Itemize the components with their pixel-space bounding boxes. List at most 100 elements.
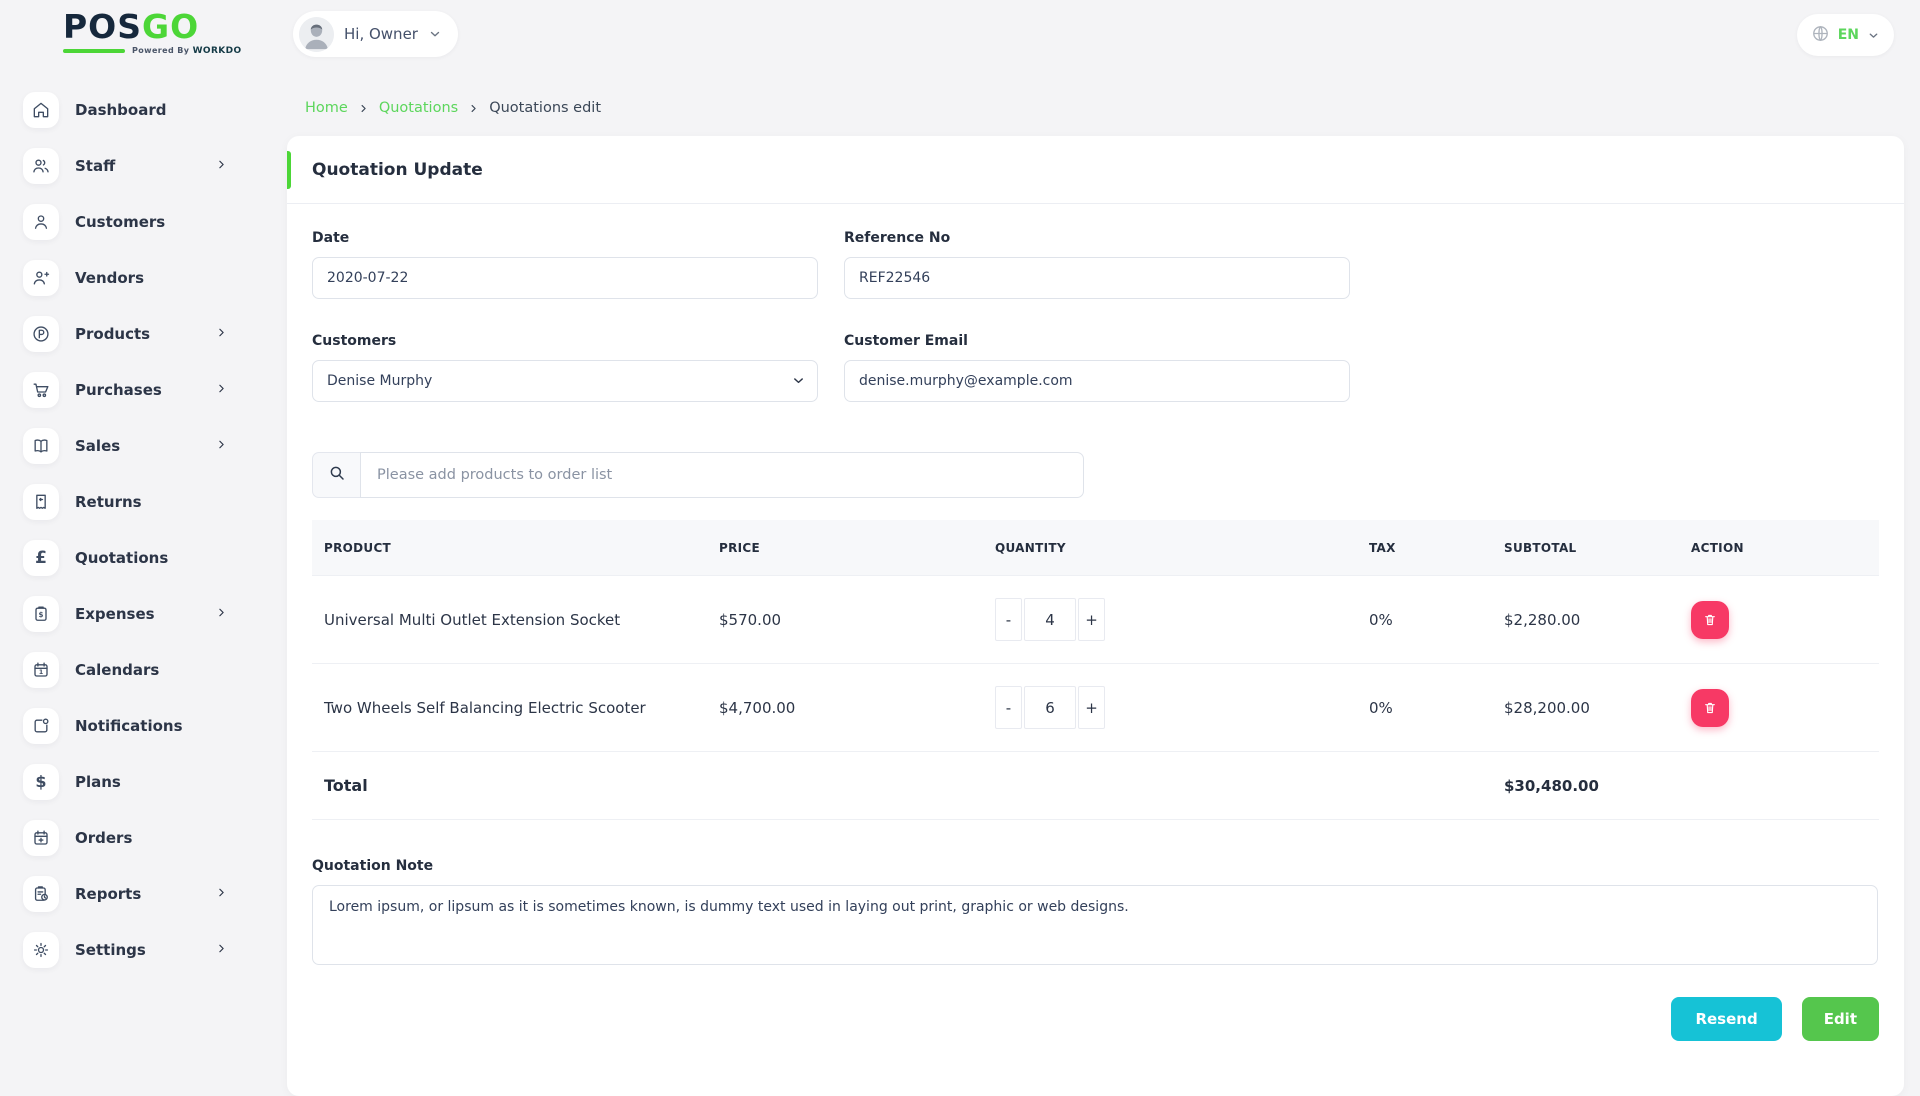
action-cell <box>1679 601 1879 639</box>
sidebar-item-label: Customers <box>75 213 165 231</box>
quantity-stepper: -4+ <box>995 598 1357 641</box>
date-label: Date <box>312 230 818 246</box>
product-price: $570.00 <box>707 611 983 629</box>
clipboard-dollar-icon: $ <box>23 596 59 632</box>
brand-logo[interactable]: POSGO Powered By WORKDO <box>63 10 242 56</box>
sidebar-item-sales[interactable]: Sales <box>0 418 270 474</box>
main-content: Home Quotations Quotations edit Quotation … <box>270 70 1920 1096</box>
calendar-icon: 1 <box>23 652 59 688</box>
sidebar-item-vendors[interactable]: Vendors <box>0 250 270 306</box>
trash-icon <box>1702 612 1718 628</box>
sidebar-item-label: Products <box>75 325 150 343</box>
brand-pos: POS <box>63 7 142 46</box>
action-buttons: Resend Edit <box>312 997 1879 1041</box>
sidebar-item-plans[interactable]: $Plans <box>0 754 270 810</box>
page-title: Quotation Update <box>312 160 483 180</box>
quantity-decrease-button[interactable]: - <box>995 686 1022 729</box>
sidebar-item-label: Sales <box>75 437 120 455</box>
sidebar-item-label: Staff <box>75 157 115 175</box>
date-input[interactable] <box>312 257 818 299</box>
sidebar-item-calendars[interactable]: 1Calendars <box>0 642 270 698</box>
sidebar-item-settings[interactable]: Settings <box>0 922 270 978</box>
trash-icon <box>1702 700 1718 716</box>
delete-row-button[interactable] <box>1691 689 1729 727</box>
sidebar-item-label: Returns <box>75 493 142 511</box>
sidebar-item-label: Plans <box>75 773 121 791</box>
product-name: Universal Multi Outlet Extension Socket <box>312 611 707 629</box>
breadcrumb-item-quotations[interactable]: Quotations <box>379 100 458 116</box>
breadcrumb-item-home[interactable]: Home <box>305 100 348 116</box>
sidebar-item-notifications[interactable]: Notifications <box>0 698 270 754</box>
report-clock-icon <box>23 876 59 912</box>
action-cell <box>1679 689 1879 727</box>
product-price: $4,700.00 <box>707 699 983 717</box>
breadcrumb-item-quotations-edit: Quotations edit <box>489 100 601 116</box>
table-row: Two Wheels Self Balancing Electric Scoot… <box>312 664 1879 752</box>
quantity-increase-button[interactable]: + <box>1078 598 1105 641</box>
sidebar-item-products[interactable]: Products <box>0 306 270 362</box>
cart-icon <box>23 372 59 408</box>
breadcrumb-separator-icon <box>358 103 369 114</box>
accent-bar <box>287 151 291 189</box>
sidebar-item-customers[interactable]: Customers <box>0 194 270 250</box>
customers-label: Customers <box>312 333 818 349</box>
delete-row-button[interactable] <box>1691 601 1729 639</box>
breadcrumb-separator-icon <box>468 103 479 114</box>
product-search <box>312 452 1084 498</box>
quantity-increase-button[interactable]: + <box>1078 686 1105 729</box>
quantity-value[interactable]: 4 <box>1024 598 1076 641</box>
product-name: Two Wheels Self Balancing Electric Scoot… <box>312 699 707 717</box>
sidebar-item-label: Purchases <box>75 381 162 399</box>
calendar-plus-icon <box>23 820 59 856</box>
sidebar-item-label: Vendors <box>75 269 144 287</box>
person-silhouette-icon <box>299 17 334 52</box>
chevron-right-icon <box>215 381 228 399</box>
sidebar-item-label: Reports <box>75 885 141 903</box>
sidebar-item-dashboard[interactable]: Dashboard <box>0 82 270 138</box>
p-circle-icon <box>23 316 59 352</box>
quotation-card: Quotation Update Date Reference No Custo… <box>287 136 1904 1096</box>
column-header-subtotal: SUBTOTAL <box>1492 541 1679 555</box>
quotation-note-label: Quotation Note <box>312 858 1879 874</box>
product-tax: 0% <box>1357 611 1492 629</box>
column-header-tax: TAX <box>1357 541 1492 555</box>
topbar: POSGO Powered By WORKDO Hi, Owner EN <box>0 0 1920 70</box>
sidebar-item-quotations[interactable]: £Quotations <box>0 530 270 586</box>
sidebar-item-staff[interactable]: Staff <box>0 138 270 194</box>
language-selector[interactable]: EN <box>1797 14 1894 56</box>
brand-go: GO <box>142 7 199 46</box>
sidebar-item-expenses[interactable]: $ Expenses <box>0 586 270 642</box>
customer-email-input[interactable] <box>844 360 1350 402</box>
search-icon <box>328 464 346 486</box>
quantity-decrease-button[interactable]: - <box>995 598 1022 641</box>
edit-button[interactable]: Edit <box>1802 997 1879 1041</box>
sidebar-item-label: Notifications <box>75 717 183 735</box>
receipt-icon <box>23 484 59 520</box>
quantity-cell: -6+ <box>983 686 1357 729</box>
quotation-note-textarea[interactable]: Lorem ipsum, or lipsum as it is sometime… <box>312 885 1878 965</box>
breadcrumb: Home Quotations Quotations edit <box>270 70 1920 116</box>
brand-name: POSGO <box>63 10 242 44</box>
quantity-value[interactable]: 6 <box>1024 686 1076 729</box>
user-plus-icon <box>23 260 59 296</box>
logo-underline <box>63 49 125 53</box>
column-header-price: PRICE <box>707 541 983 555</box>
home-icon <box>23 92 59 128</box>
sidebar-item-purchases[interactable]: Purchases <box>0 362 270 418</box>
product-search-input[interactable] <box>360 452 1084 498</box>
search-button[interactable] <box>312 452 360 498</box>
sidebar-item-orders[interactable]: Orders <box>0 810 270 866</box>
table-header-row: PRODUCTPRICEQUANTITYTAXSUBTOTALACTION <box>312 520 1879 576</box>
reference-input[interactable] <box>844 257 1350 299</box>
sidebar-item-returns[interactable]: Returns <box>0 474 270 530</box>
reference-label: Reference No <box>844 230 1350 246</box>
customer-email-label: Customer Email <box>844 333 1350 349</box>
powered-brand: WORKDO <box>193 46 242 56</box>
chevron-down-icon <box>1867 29 1880 42</box>
user-menu[interactable]: Hi, Owner <box>293 11 458 57</box>
resend-button[interactable]: Resend <box>1671 997 1781 1041</box>
sidebar-item-reports[interactable]: Reports <box>0 866 270 922</box>
total-label: Total <box>312 776 707 795</box>
sidebar-item-label: Expenses <box>75 605 155 623</box>
customers-select[interactable]: Denise Murphy <box>312 360 818 402</box>
